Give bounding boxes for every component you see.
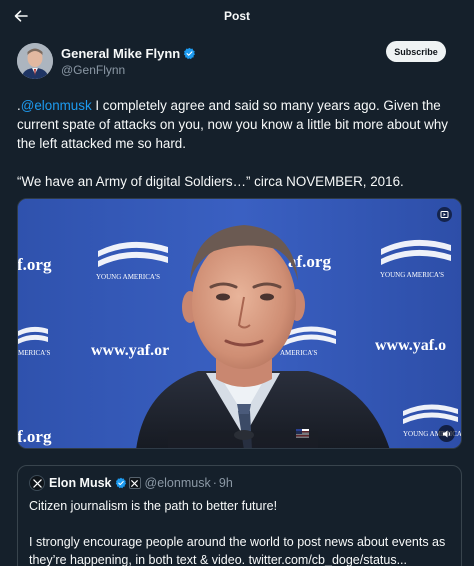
author-handle[interactable]: @GenFlynn [61,63,196,77]
quoted-avatar [29,475,45,491]
tweet-media-video[interactable]: f.org af.org www.yaf.or www.yaf.o f.org … [17,198,462,449]
quoted-author-name: Elon Musk [49,476,112,490]
tweet-paragraph-2: “We have an Army of digital Soldiers…” c… [17,174,404,189]
top-bar: Post [0,0,474,32]
author-row: General Mike Flynn @GenFlynn [17,41,196,81]
mention-link[interactable]: @elonmusk [21,98,92,113]
backdrop-text: www.yaf.o [375,337,446,354]
quoted-post-body: Citizen journalism is the path to better… [29,497,450,566]
avatar-portrait [17,43,53,79]
backdrop-text: www.yaf.or [91,342,169,359]
quoted-post[interactable]: Elon Musk @elonmusk · 9h Citizen journal… [17,465,462,566]
sound-button[interactable] [438,425,455,442]
verified-badge-icon [184,47,196,59]
quoted-post-header: Elon Musk @elonmusk · 9h [29,475,450,491]
backdrop-text: f.org [18,427,52,446]
backdrop-text: f.org [18,255,52,274]
subscribe-button[interactable]: Subscribe [386,41,446,62]
verified-badge-icon [115,477,126,489]
backdrop-logo-text: YOUNG AMERICA'S [96,273,160,281]
author-name[interactable]: General Mike Flynn [61,46,180,61]
tweet-paragraph-1: .@elonmusk I completely agree and said s… [17,96,462,153]
backdrop-logo-text: MERICA'S [18,349,50,357]
quoted-line-1: Citizen journalism is the path to better… [29,499,278,513]
page-title: Post [223,9,250,23]
quoted-author-handle: @elonmusk [144,476,211,490]
affiliate-x-badge-icon [128,477,141,489]
quoted-separator: · [212,476,217,490]
x-logo-icon [32,478,42,488]
video-frame: f.org af.org www.yaf.or www.yaf.o f.org … [18,199,461,448]
avatar[interactable] [17,43,53,79]
gif-indicator [437,207,452,222]
quoted-timestamp: 9h [218,476,233,490]
backdrop-logo-text: YOUNG AMERICA'S [380,271,444,279]
quoted-line-2: I strongly encourage people around the w… [29,535,446,566]
tweet-text: .@elonmusk I completely agree and said s… [17,96,462,191]
speaker-icon [442,430,450,437]
gif-icon [440,211,449,218]
backdrop-logo-text: AMERICA'S [280,349,318,357]
